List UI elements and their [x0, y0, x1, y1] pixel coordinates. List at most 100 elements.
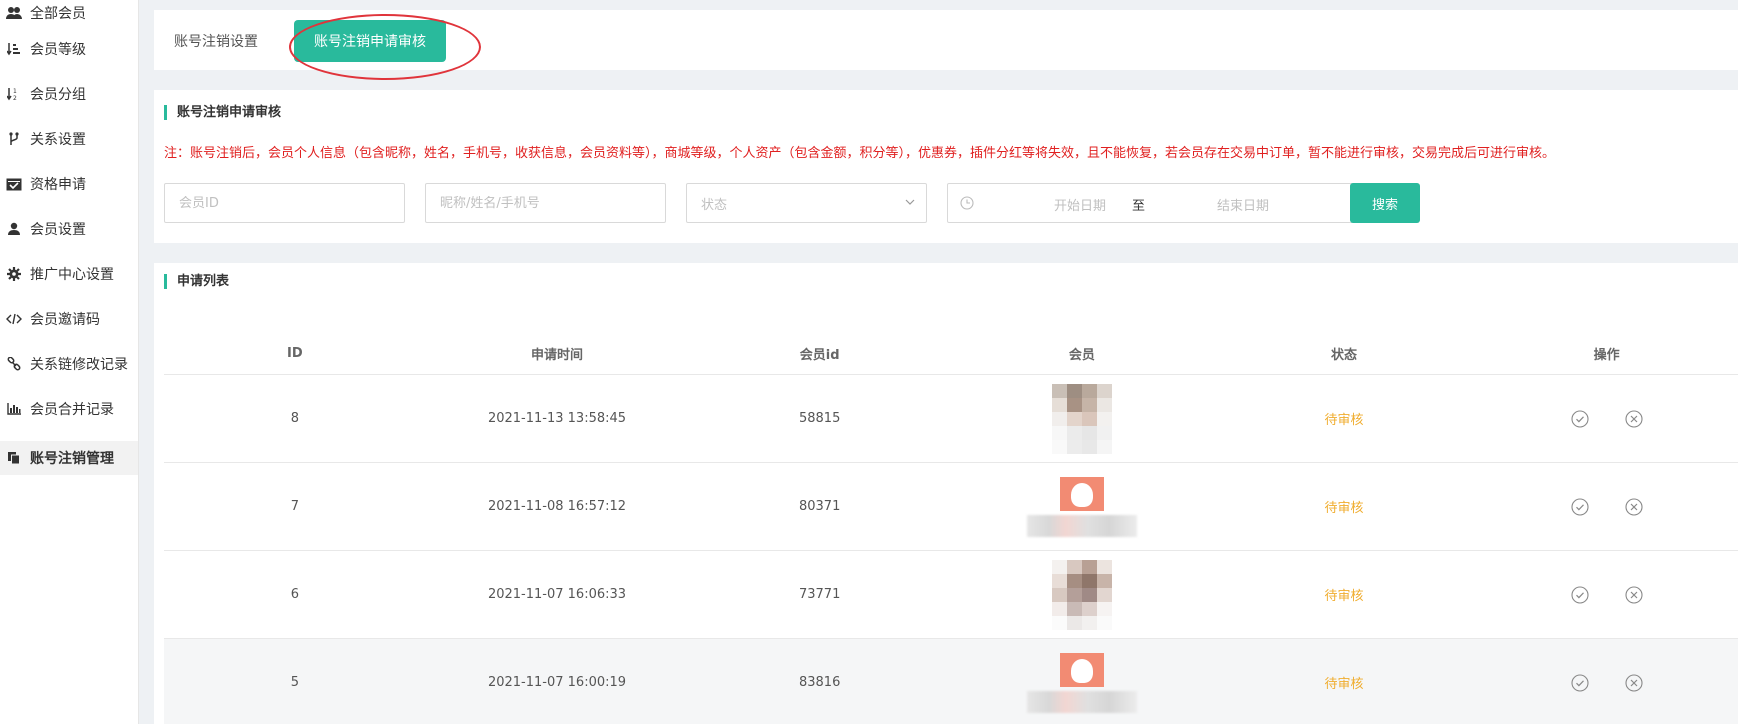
reject-close-icon[interactable]	[1624, 409, 1644, 429]
name-phone-field[interactable]	[425, 183, 666, 223]
column-header-status: 状态	[1331, 348, 1358, 363]
approve-check-icon[interactable]	[1570, 673, 1590, 693]
cell-apply-time: 2021-11-08 16:57:12	[487, 499, 627, 514]
reject-close-icon[interactable]	[1624, 673, 1644, 693]
application-table: ID 申请时间 会员id 会员 状态 操作 8 2021-11-13 13:58…	[164, 333, 1738, 724]
sidebar-item-relation-log[interactable]: 关系链修改记录	[0, 341, 138, 386]
status-select[interactable]: 状态	[686, 183, 927, 223]
sidebar-item-label: 会员等级	[30, 41, 86, 58]
users-icon	[6, 5, 22, 21]
sidebar-item-member-groups[interactable]: 12 会员分组	[0, 71, 138, 116]
tab-account-cancel-settings[interactable]: 账号注销设置	[174, 20, 258, 62]
approve-check-icon[interactable]	[1570, 409, 1590, 429]
table-row: 7 2021-11-08 16:57:12 80371 待审核	[164, 463, 1738, 551]
cell-id: 7	[290, 499, 299, 514]
sidebar-item-label: 会员邀请码	[30, 311, 100, 328]
sort-amount-icon	[6, 41, 22, 57]
row-actions	[1475, 409, 1738, 429]
cell-apply-time: 2021-11-07 16:00:19	[487, 675, 627, 690]
avatar	[951, 476, 1213, 537]
column-header-apply-time: 申请时间	[531, 348, 584, 363]
table-row: 6 2021-11-07 16:06:33 73771 待审核	[164, 551, 1738, 639]
sidebar-item-label: 推广中心设置	[30, 266, 114, 283]
sidebar-item-label: 全部会员	[30, 6, 86, 22]
approve-check-icon[interactable]	[1570, 497, 1590, 517]
blurred-member-name	[1026, 690, 1137, 713]
blurred-member-name	[1026, 514, 1137, 537]
sidebar-item-label: 会员分组	[30, 86, 86, 103]
application-list-panel: 申请列表 ID 申请时间 会员id 会员 状态 操作 8 2021-11-13 …	[154, 263, 1738, 724]
cell-member-id: 80371	[798, 499, 841, 514]
sidebar-item-label: 关系设置	[30, 131, 86, 148]
reject-close-icon[interactable]	[1624, 585, 1644, 605]
sidebar: 全部会员 会员等级 12 会员分组 关系设置 资格申请 会员设置 推广中心设置 …	[0, 0, 139, 724]
column-header-member: 会员	[1068, 348, 1095, 363]
default-avatar-icon	[1059, 652, 1104, 687]
sidebar-item-label: 账号注销管理	[30, 451, 114, 467]
chevron-down-icon	[904, 196, 916, 212]
cell-member-id: 83816	[798, 675, 841, 690]
row-actions	[1475, 673, 1738, 693]
cell-id: 8	[290, 411, 299, 426]
reject-close-icon[interactable]	[1624, 497, 1644, 517]
sidebar-item-relation-settings[interactable]: 关系设置	[0, 116, 138, 161]
avatar	[1051, 383, 1112, 454]
status-badge: 待审核	[1324, 677, 1364, 692]
calendar-check-icon	[6, 176, 22, 192]
approve-check-icon[interactable]	[1570, 585, 1590, 605]
link-icon	[6, 356, 22, 372]
cell-member	[951, 476, 1213, 537]
member-id-field[interactable]	[164, 183, 405, 223]
sidebar-item-merge-log[interactable]: 会员合并记录	[0, 386, 138, 431]
cell-apply-time: 2021-11-13 13:58:45	[487, 411, 627, 426]
table-row: 5 2021-11-07 16:00:19 83816 待审核	[164, 639, 1738, 724]
filter-panel: 账号注销申请审核 注：账号注销后，会员个人信息（包含昵称，姓名，手机号，收获信息…	[154, 90, 1738, 243]
sidebar-item-member-levels[interactable]: 会员等级	[0, 26, 138, 71]
sidebar-item-invite-code[interactable]: 会员邀请码	[0, 296, 138, 341]
section-title: 账号注销申请审核	[164, 105, 281, 120]
cell-member	[951, 383, 1213, 454]
copy-icon	[6, 450, 22, 466]
status-badge: 待审核	[1324, 589, 1364, 604]
sort-numeric-icon: 12	[6, 86, 22, 102]
tabs-bar: 账号注销设置 账号注销申请审核	[154, 10, 1738, 80]
sidebar-item-label: 会员设置	[30, 221, 86, 238]
sidebar-item-promotion-center[interactable]: 推广中心设置	[0, 251, 138, 296]
sidebar-item-qualification-apply[interactable]: 资格申请	[0, 161, 138, 206]
search-button[interactable]: 搜索	[1350, 183, 1420, 223]
sidebar-item-account-cancel[interactable]: 账号注销管理	[0, 441, 138, 475]
sidebar-item-member-settings[interactable]: 会员设置	[0, 206, 138, 251]
avatar	[1051, 559, 1112, 630]
table-header: ID 申请时间 会员id 会员 状态 操作	[164, 333, 1738, 375]
sidebar-item-label: 会员合并记录	[30, 401, 114, 418]
avatar	[951, 652, 1213, 713]
status-select-placeholder: 状态	[701, 197, 728, 213]
main-content: 账号注销设置 账号注销申请审核 账号注销申请审核 注：账号注销后，会员个人信息（…	[154, 0, 1738, 724]
gear-icon	[6, 266, 22, 282]
name-phone-input[interactable]	[440, 195, 665, 211]
cell-member-id: 58815	[798, 411, 841, 426]
default-avatar-icon	[1059, 476, 1104, 511]
cell-apply-time: 2021-11-07 16:06:33	[487, 587, 627, 602]
range-separator: 至	[1132, 199, 1146, 214]
row-actions	[1475, 497, 1738, 517]
date-range-picker[interactable]: 开始日期 至 结束日期	[947, 183, 1353, 223]
table-row: 8 2021-11-13 13:58:45 58815 待审核	[164, 375, 1738, 463]
cell-member	[951, 559, 1213, 630]
column-header-actions: 操作	[1593, 348, 1620, 363]
sidebar-item-all-members[interactable]: 全部会员	[0, 0, 138, 26]
tab-account-cancel-review[interactable]: 账号注销申请审核	[294, 20, 446, 62]
section-title: 申请列表	[164, 274, 229, 289]
code-fork-icon	[6, 131, 22, 147]
end-date-input[interactable]: 结束日期	[1188, 195, 1298, 214]
member-id-input[interactable]	[179, 195, 404, 211]
cell-id: 6	[290, 587, 299, 602]
row-actions	[1475, 585, 1738, 605]
cell-member-id: 73771	[798, 587, 841, 602]
column-header-member-id: 会员id	[799, 348, 840, 363]
svg-text:1: 1	[13, 88, 17, 95]
code-icon	[6, 311, 22, 327]
status-badge: 待审核	[1324, 413, 1364, 428]
start-date-input[interactable]: 开始日期	[1025, 195, 1135, 214]
column-header-id: ID	[287, 346, 303, 361]
